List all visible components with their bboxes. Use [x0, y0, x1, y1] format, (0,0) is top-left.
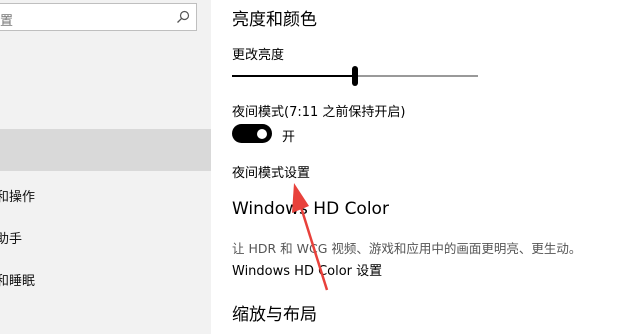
- slider-fill: [232, 75, 355, 77]
- night-mode-state: 开: [282, 130, 296, 145]
- brightness-label: 更改亮度: [232, 48, 285, 63]
- search-placeholder: 置: [0, 14, 14, 29]
- sidebar-item-display-selected[interactable]: [0, 129, 211, 171]
- hdr-description: 让 HDR 和 WCG 视频、游戏和应用中的画面更明亮、更生动。: [232, 241, 582, 256]
- section-title-brightness-color: 亮度和颜色: [232, 10, 317, 30]
- hdr-settings-link[interactable]: Windows HD Color 设置: [232, 260, 382, 279]
- search-icon[interactable]: [176, 10, 190, 24]
- slider-thumb[interactable]: [352, 66, 358, 86]
- search-input[interactable]: 置: [0, 3, 197, 31]
- sidebar-item-power-sleep[interactable]: 和睡眠: [0, 270, 35, 289]
- section-title-scale-layout: 缩放与布局: [232, 305, 317, 325]
- night-mode-settings-link[interactable]: 夜间模式设置: [232, 162, 310, 181]
- hdr-title: Windows HD Color: [232, 199, 389, 219]
- toggle-knob: [257, 128, 267, 139]
- main-content: 亮度和颜色 更改亮度 夜间模式(7:11 之前保持开启) 开 夜间模式设置 Wi…: [232, 0, 620, 334]
- brightness-slider[interactable]: [232, 66, 478, 88]
- sidebar: 置 和操作 助手 和睡眠: [0, 0, 211, 334]
- night-mode-toggle[interactable]: [232, 124, 272, 143]
- sidebar-item-focus-assist[interactable]: 助手: [0, 228, 22, 247]
- night-mode-label: 夜间模式(7:11 之前保持开启): [232, 105, 406, 120]
- sidebar-item-notifications-actions[interactable]: 和操作: [0, 186, 35, 205]
